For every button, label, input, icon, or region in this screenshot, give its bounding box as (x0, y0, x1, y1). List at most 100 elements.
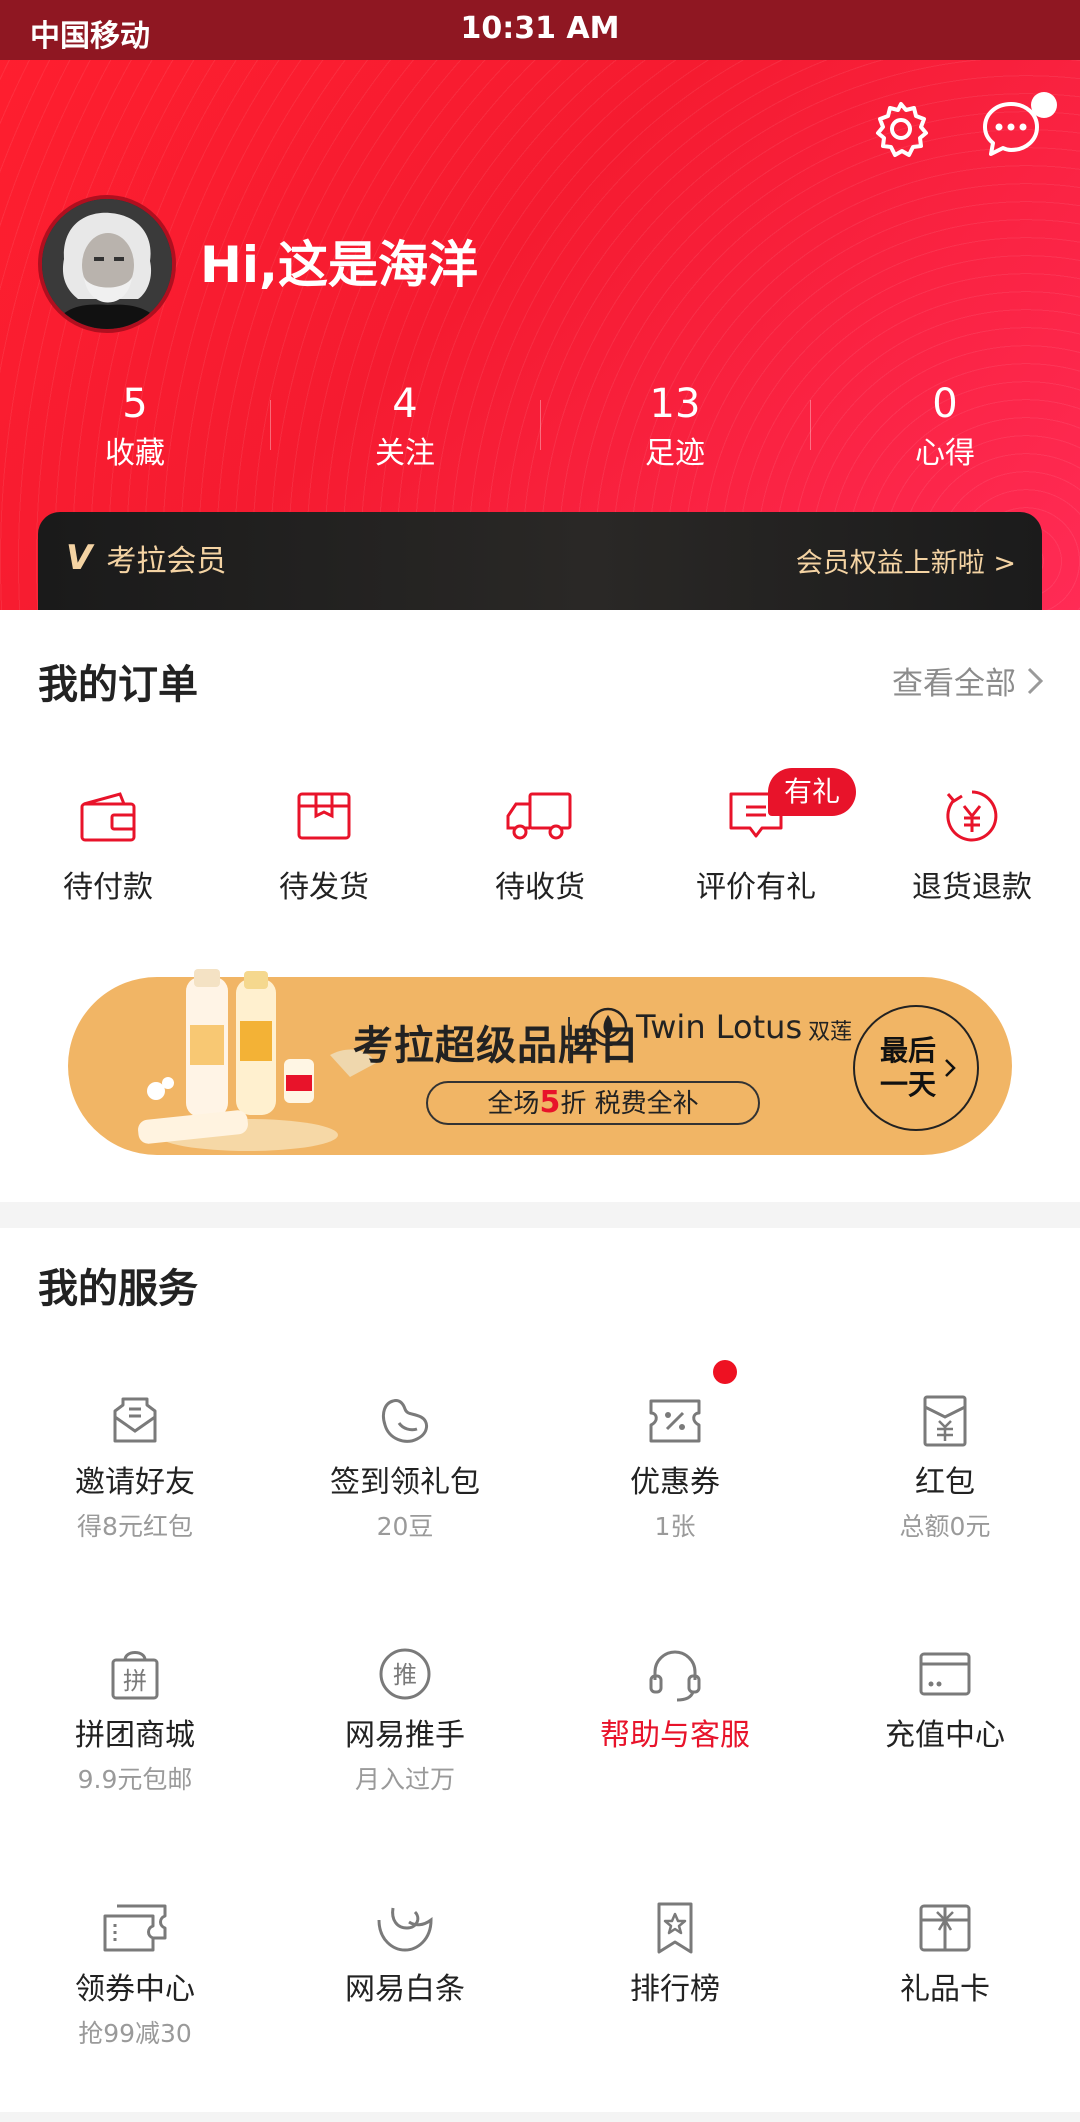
service-top-up[interactable]: 充值中心 (810, 1646, 1080, 1756)
stat-value: 13 (649, 381, 701, 427)
view-all-label: 查看全部 (892, 666, 1016, 702)
stat-label: 心得 (915, 436, 975, 471)
new-badge-dot (713, 1360, 737, 1384)
gift-badge: 有礼 (768, 768, 857, 816)
order-pending-payment[interactable]: 待付款 (0, 788, 216, 928)
vip-v-icon: V (66, 538, 93, 578)
bean-icon (381, 1399, 428, 1443)
stat-value: 5 (122, 381, 148, 427)
service-group-buy[interactable]: 拼 拼团商城 9.9元包邮 (0, 1646, 270, 1796)
clock: 10:31 AM (460, 11, 620, 46)
box-icon (297, 792, 351, 840)
service-subtitle: 9.9元包邮 (77, 1765, 193, 1794)
service-name: 网易推手 (345, 1718, 465, 1753)
orders-title: 我的订单 (38, 662, 198, 708)
service-subtitle: 1张 (654, 1512, 696, 1541)
order-label: 评价有礼 (696, 870, 816, 905)
pill-text-post: 折 税费全补 (560, 1089, 699, 1119)
ranking-icon (657, 1902, 693, 1954)
service-coupons[interactable]: 优惠券 1张 (540, 1393, 810, 1543)
order-to-ship[interactable]: 待发货 (216, 788, 432, 928)
service-check-in[interactable]: 签到领礼包 20豆 (270, 1393, 540, 1543)
stat-label: 关注 (375, 436, 435, 471)
brand-logo: Twin Lotus 双莲 (588, 1007, 852, 1047)
service-coupon-center[interactable]: 领券中心 抢99减30 (0, 1900, 270, 2050)
vip-membership-bar[interactable]: V 考拉会员 会员权益上新啦 > (38, 512, 1042, 610)
tickets-icon (103, 1904, 167, 1952)
service-name: 礼品卡 (900, 1972, 990, 2007)
avatar[interactable] (38, 195, 176, 333)
promo-banner[interactable]: 考拉超级品牌日 Twin Lotus 双莲 全场5折 税费全补 最后一天 (68, 969, 1012, 1155)
card-icon (919, 1652, 971, 1696)
service-help[interactable]: 帮助与客服 (540, 1646, 810, 1756)
service-subtitle: 得8元红包 (77, 1512, 193, 1541)
discount-pill: 全场5折 税费全补 (426, 1081, 760, 1125)
refund-icon (946, 790, 998, 842)
service-name: 网易白条 (345, 1972, 465, 2007)
service-red-packet[interactable]: 红包 总额0元 (810, 1393, 1080, 1543)
vip-title: 考拉会员 (106, 544, 227, 579)
greeting-text: Hi,这是海洋 (200, 236, 478, 294)
service-name: 邀请好友 (75, 1465, 195, 1500)
envelope-icon (113, 1397, 157, 1443)
service-name: 优惠券 (630, 1465, 720, 1500)
red-packet-icon (923, 1395, 967, 1447)
order-label: 待发货 (279, 870, 369, 905)
service-iou[interactable]: 网易白条 (270, 1900, 540, 2010)
stat-favorites[interactable]: 5 收藏 (0, 378, 270, 476)
view-all-orders-link[interactable]: 查看全部 (892, 658, 1044, 703)
last-day-button[interactable]: 最后一天 (853, 1005, 979, 1131)
service-name: 排行榜 (630, 1972, 720, 2007)
order-to-receive[interactable]: 待收货 (432, 788, 648, 928)
truck-icon (506, 792, 572, 840)
service-subtitle: 总额0元 (899, 1512, 991, 1541)
stat-following[interactable]: 4 关注 (270, 378, 540, 476)
service-invite-friends[interactable]: 邀请好友 得8元红包 (0, 1393, 270, 1543)
service-subtitle: 20豆 (376, 1512, 434, 1541)
service-subtitle: 抢99减30 (78, 2019, 192, 2048)
settings-button[interactable] (870, 98, 932, 160)
service-name: 签到领礼包 (330, 1465, 480, 1500)
promoter-icon: 推 (379, 1648, 431, 1700)
stat-value: 4 (392, 381, 418, 427)
section-divider (0, 1202, 1080, 1228)
avatar-portrait-icon (42, 199, 172, 329)
stat-label: 收藏 (105, 436, 165, 471)
chevron-right-icon (1027, 667, 1044, 694)
brand-name-en: Twin Lotus (636, 1008, 803, 1046)
pill-discount-number: 5 (539, 1085, 561, 1120)
service-name: 红包 (915, 1465, 975, 1500)
chevron-right-icon (945, 1059, 956, 1077)
stat-reviews[interactable]: 0 心得 (810, 378, 1080, 476)
cta-label: 最后一天 (879, 1034, 936, 1101)
wallet-icon (80, 792, 136, 842)
service-promoter[interactable]: 推 网易推手 月入过万 (270, 1646, 540, 1796)
order-refund[interactable]: 退货退款 (864, 788, 1080, 928)
svg-text:推: 推 (393, 1661, 417, 1689)
order-label: 退货退款 (912, 870, 1032, 905)
vip-title-group: V 考拉会员 (66, 536, 226, 580)
gear-icon (876, 102, 928, 157)
lotus-logo-icon (588, 1007, 628, 1047)
divider (568, 1017, 570, 1061)
service-name: 拼团商城 (75, 1718, 195, 1753)
stats-row: 5 收藏 4 关注 13 足迹 0 心得 (0, 378, 1080, 488)
stat-footprints[interactable]: 13 足迹 (540, 378, 810, 476)
vip-benefits-link[interactable]: 会员权益上新啦 > (796, 541, 1016, 580)
coupon-icon (649, 1399, 701, 1443)
order-label: 待付款 (63, 870, 153, 905)
bottom-divider (0, 2112, 1080, 2122)
service-name: 帮助与客服 (600, 1718, 750, 1753)
service-name: 领券中心 (75, 1972, 195, 2007)
gift-card-icon (919, 1904, 971, 1952)
orders-section: 我的订单 查看全部 待付款 待发货 待收货 评价有礼 退货退款 有礼 考拉超级品… (0, 610, 1080, 1202)
service-name: 充值中心 (885, 1718, 1005, 1753)
profile-header: 中国移动 10:31 AM Hi,这是海洋 5 收藏 4 关注 13 足迹 0 … (0, 0, 1080, 610)
svg-text:拼: 拼 (123, 1667, 147, 1695)
service-ranking[interactable]: 排行榜 (540, 1900, 810, 2010)
pill-text-pre: 全场 (487, 1089, 540, 1119)
iou-icon (377, 1907, 433, 1952)
service-gift-card[interactable]: 礼品卡 (810, 1900, 1080, 2010)
services-section: 我的服务 邀请好友 得8元红包 签到领礼包 20豆 优惠券 1张 红包 总额0元… (0, 1228, 1080, 2122)
service-subtitle: 月入过万 (354, 1765, 455, 1794)
